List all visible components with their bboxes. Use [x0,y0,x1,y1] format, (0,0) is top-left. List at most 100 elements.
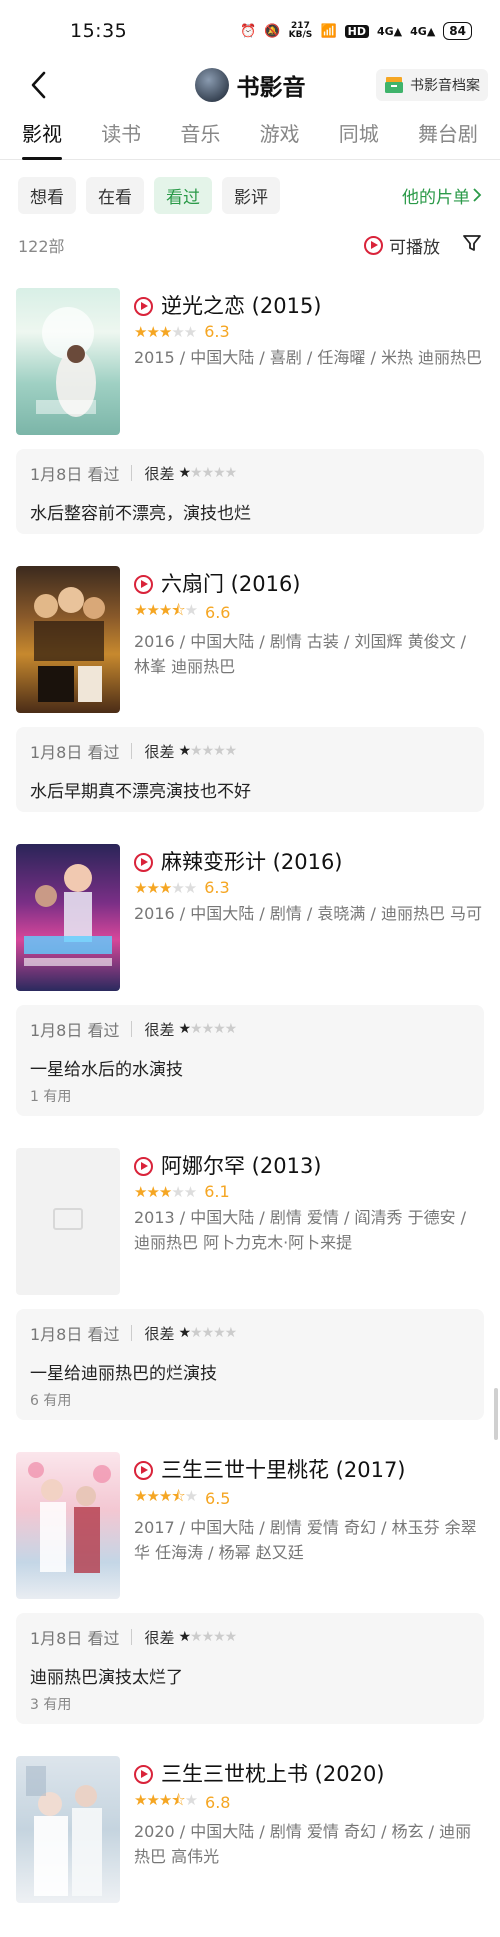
film-title[interactable]: 六扇门 (2016) [134,570,484,598]
archive-label: 书影音档案 [410,78,480,94]
divider [131,1021,133,1037]
play-circle-icon [364,235,383,255]
poster-placeholder[interactable] [16,1148,120,1295]
title-wrap: 书影音 [194,68,306,102]
tab-film-tv[interactable]: 影视 [22,118,62,160]
rating-row: ★★★⯪★ 6.5 [134,1486,484,1511]
filter-want[interactable]: 想看 [18,176,76,214]
my-list-link[interactable]: 他的片单 [402,183,482,208]
review-level: 很差 [144,742,175,761]
film-meta: 2020 / 中国大陆 / 剧情 爱情 奇幻 / 杨玄 / 迪丽热巴 高伟光 [134,1822,472,1866]
archive-box-icon [384,76,404,94]
avatar[interactable] [194,68,229,102]
poster-image[interactable] [16,844,120,991]
list-item: 六扇门 (2016) ★★★⯪★ 6.6 2016 / 中国大陆 / 剧情 古装… [16,566,484,812]
review-header: 1月8日 看过 很差 ★★★★★ [30,1321,470,1345]
scrollbar[interactable] [494,1388,498,1440]
film-row[interactable]: 六扇门 (2016) ★★★⯪★ 6.6 2016 / 中国大陆 / 剧情 古装… [16,566,484,713]
film-row[interactable]: 三生三世十里桃花 (2017) ★★★⯪★ 6.5 2017 / 中国大陆 / … [16,1452,484,1599]
film-row[interactable]: 阿娜尔罕 (2013) ★★★★★ 6.1 2013 / 中国大陆 / 剧情 爱… [16,1148,484,1295]
film-title[interactable]: 阿娜尔罕 (2013) [134,1152,484,1180]
review-level: 很差 [144,464,175,483]
film-title[interactable]: 三生三世十里桃花 (2017) [134,1456,484,1484]
signal-4g-icon-2: 4G▲ [410,24,436,38]
useful-count[interactable]: 1 有用 [30,1086,470,1106]
playable-label: 可播放 [389,237,440,258]
useful-count[interactable]: 6 有用 [30,1390,470,1410]
useful-count[interactable]: 3 有用 [30,1694,470,1714]
review-level: 很差 [144,1324,175,1343]
review-text: 迪丽热巴演技太烂了 [30,1668,183,1688]
review-text: 一星给水后的水演技 [30,1060,183,1080]
divider [131,465,133,481]
tab-games[interactable]: 游戏 [260,118,300,159]
back-button[interactable] [22,68,56,102]
film-title-text: 三生三世枕上书 (2020) [161,1762,385,1786]
film-meta: 2017 / 中国大陆 / 剧情 爱情 奇幻 / 林玉芬 余翠华 任海涛 / 杨… [134,1518,477,1562]
film-row[interactable]: 三生三世枕上书 (2020) ★★★⯪★ 6.8 2020 / 中国大陆 / 剧… [16,1756,484,1903]
archive-button[interactable]: 书影音档案 [376,69,488,101]
star-rating: ★★★★★ [134,322,197,341]
film-info: 阿娜尔罕 (2013) ★★★★★ 6.1 2013 / 中国大陆 / 剧情 爱… [134,1148,484,1295]
film-meta: 2013 / 中国大陆 / 剧情 爱情 / 阎清秀 于德安 / 迪丽热巴 阿卜力… [134,1208,467,1252]
tab-stage[interactable]: 舞台剧 [418,118,478,159]
filter-watching[interactable]: 在看 [86,176,144,214]
hd-icon: HD [344,24,369,38]
film-info: 六扇门 (2016) ★★★⯪★ 6.6 2016 / 中国大陆 / 剧情 古装… [134,566,484,713]
review-card[interactable]: 1月8日 看过 很差 ★★★★★ 水后整容前不漂亮，演技也烂 [16,449,484,534]
star-rating: ★★★⯪★ [134,1487,198,1505]
play-circle-icon [134,852,153,872]
tab-local[interactable]: 同城 [339,118,379,159]
filter-watched[interactable]: 看过 [154,176,212,214]
review-date: 1月8日 看过 [30,743,120,762]
user-star-rating: ★★★★★ [178,1325,237,1341]
status-filters: 想看 在看 看过 影评 他的片单 [0,160,500,216]
film-title[interactable]: 逆光之恋 (2015) [134,292,484,320]
rating-row: ★★★★★ 6.3 [134,322,484,341]
poster-image[interactable] [16,288,120,435]
status-time: 15:35 [70,20,128,42]
rating-row: ★★★★★ 6.3 [134,878,484,897]
review-text: 水后整容前不漂亮，演技也烂 [30,504,251,524]
star-rating: ★★★⯪★ [134,1791,198,1809]
list-item: 三生三世枕上书 (2020) ★★★⯪★ 6.8 2020 / 中国大陆 / 剧… [16,1756,484,1903]
review-date: 1月8日 看过 [30,465,120,484]
film-info: 逆光之恋 (2015) ★★★★★ 6.3 2015 / 中国大陆 / 喜剧 /… [134,288,484,435]
review-date: 1月8日 看过 [30,1021,120,1040]
review-header: 1月8日 看过 很差 ★★★★★ [30,461,470,485]
film-row[interactable]: 逆光之恋 (2015) ★★★★★ 6.3 2015 / 中国大陆 / 喜剧 /… [16,288,484,435]
film-title-text: 麻辣变形计 (2016) [161,850,343,874]
poster-image[interactable] [16,1452,120,1599]
film-title-text: 逆光之恋 (2015) [161,294,322,318]
film-title-text: 三生三世十里桃花 (2017) [161,1458,406,1482]
review-card[interactable]: 1月8日 看过 很差 ★★★★★ 迪丽热巴演技太烂了 3 有用 [16,1613,484,1724]
wifi-icon: 📶 [320,23,337,39]
filter-funnel-icon[interactable] [462,233,482,257]
title-bar: 书影音 书影音档案 [0,62,500,108]
review-card[interactable]: 1月8日 看过 很差 ★★★★★ 水后早期真不漂亮演技也不好 [16,727,484,812]
filter-reviews[interactable]: 影评 [222,176,280,214]
poster-image[interactable] [16,1756,120,1903]
play-circle-icon [134,296,153,316]
playable-toggle[interactable]: 可播放 [364,233,440,258]
count-bar: 122部 可播放 [0,216,500,274]
list-item: 麻辣变形计 (2016) ★★★★★ 6.3 2016 / 中国大陆 / 剧情 … [16,844,484,1116]
score: 6.3 [204,322,230,341]
review-card[interactable]: 1月8日 看过 很差 ★★★★★ 一星给水后的水演技 1 有用 [16,1005,484,1116]
score: 6.3 [204,878,230,897]
tab-music[interactable]: 音乐 [180,118,220,159]
film-title[interactable]: 三生三世枕上书 (2020) [134,1760,484,1788]
play-circle-icon [134,1156,153,1176]
user-star-rating: ★★★★★ [178,1629,237,1645]
back-arrow-icon [31,71,46,99]
tab-books[interactable]: 读书 [101,118,141,159]
play-circle-icon [134,1764,153,1784]
film-row[interactable]: 麻辣变形计 (2016) ★★★★★ 6.3 2016 / 中国大陆 / 剧情 … [16,844,484,991]
film-title[interactable]: 麻辣变形计 (2016) [134,848,484,876]
poster-image[interactable] [16,566,120,713]
net-speed: 217 KB/S [288,21,313,40]
user-star-rating: ★★★★★ [178,743,237,759]
review-header: 1月8日 看过 很差 ★★★★★ [30,1017,470,1041]
review-card[interactable]: 1月8日 看过 很差 ★★★★★ 一星给迪丽热巴的烂演技 6 有用 [16,1309,484,1420]
score: 6.1 [204,1182,230,1201]
